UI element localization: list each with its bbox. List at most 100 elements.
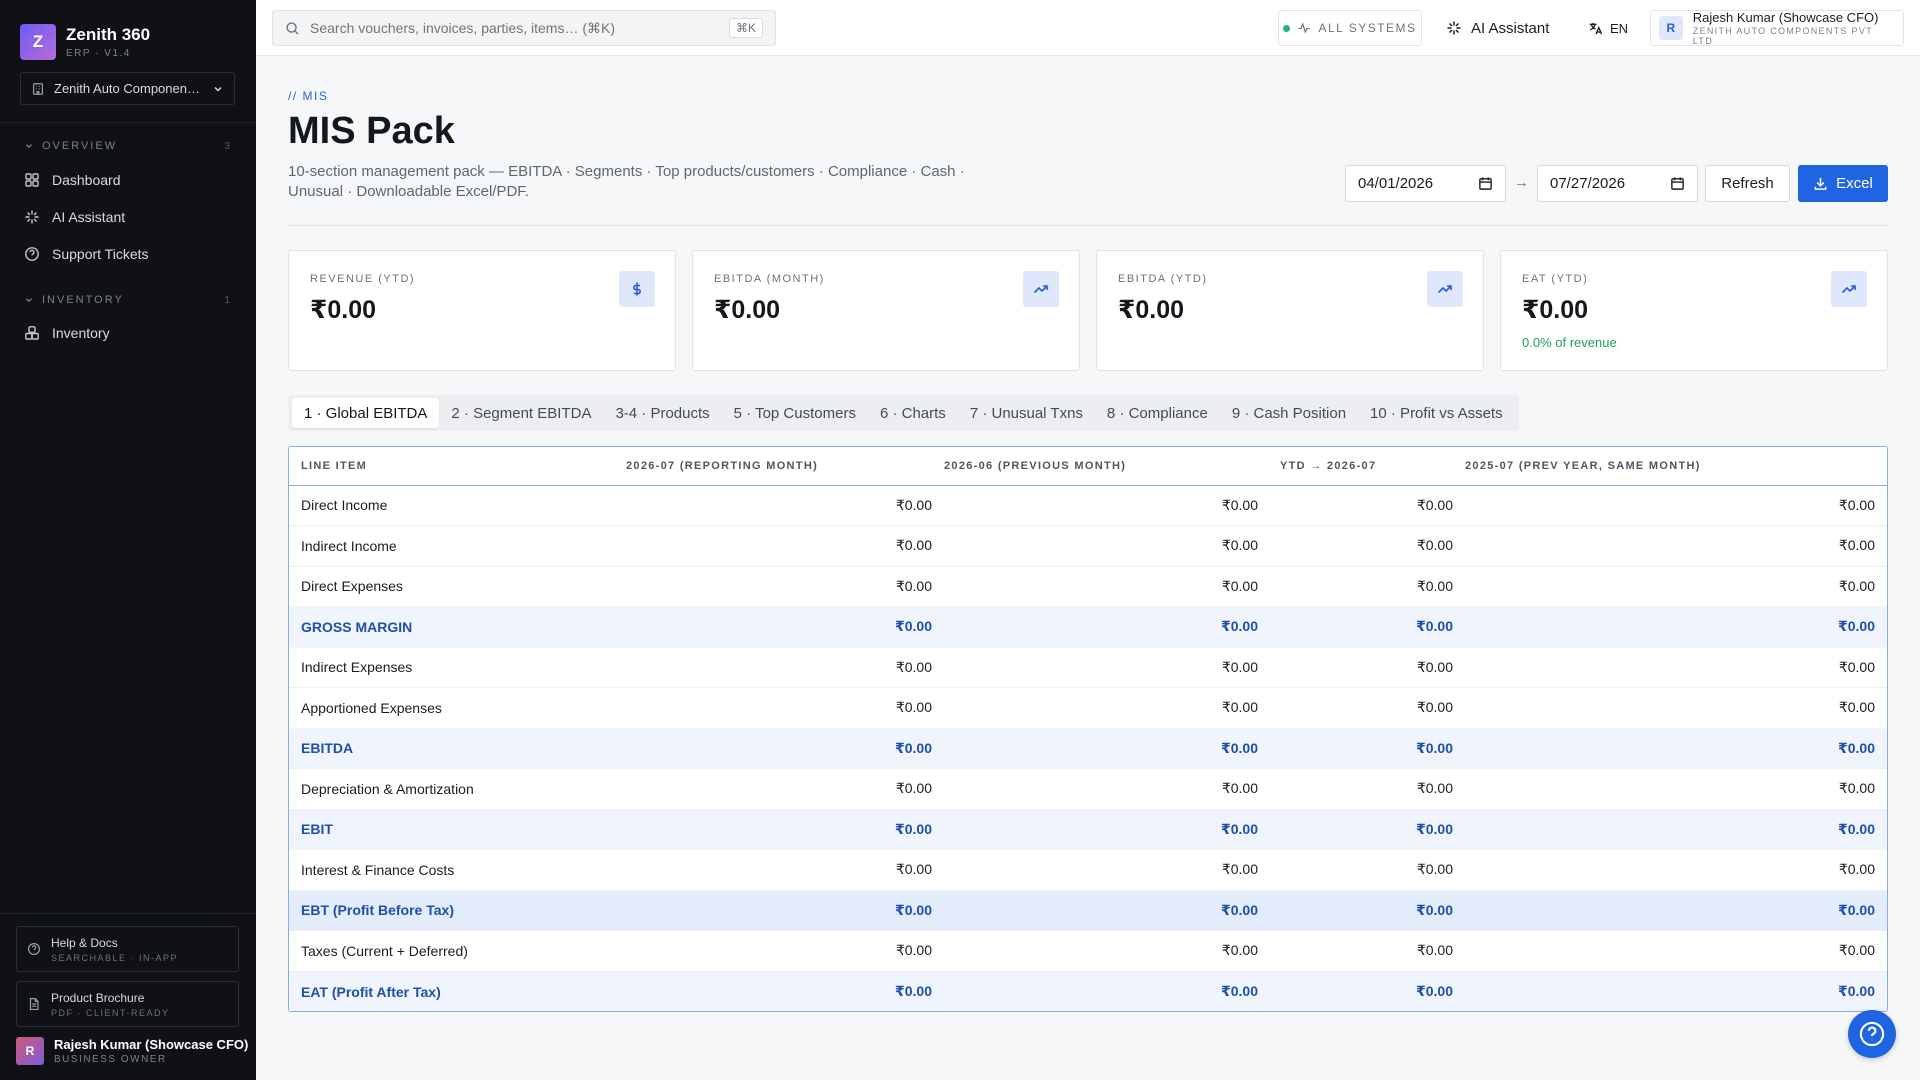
value-cell: ₹0.00 <box>1270 647 1465 688</box>
value-cell: ₹0.00 <box>944 971 1270 1011</box>
value-cell: ₹0.00 <box>944 606 1270 648</box>
value-cell: ₹0.00 <box>1270 809 1465 850</box>
column-header[interactable]: 2026-06 (PREVIOUS MONTH) <box>944 447 1270 486</box>
calendar-icon[interactable] <box>1478 176 1493 191</box>
chevron-down-icon <box>26 144 32 149</box>
translate-icon <box>1589 22 1603 34</box>
tab-6[interactable]: 8 · Compliance <box>1095 398 1220 428</box>
value-cell: ₹0.00 <box>624 728 944 769</box>
value-cell: ₹0.00 <box>1270 971 1465 1011</box>
trend-up-icon <box>1831 271 1867 307</box>
value-cell: ₹0.00 <box>624 849 944 891</box>
boxes-icon <box>25 326 39 340</box>
user-menu[interactable]: R Rajesh Kumar (Showcase CFO) ZENITH AUT… <box>1650 10 1904 46</box>
tab-3[interactable]: 5 · Top Customers <box>722 398 868 428</box>
ebitda-table: LINE ITEM 2026-07 (REPORTING MONTH) 2026… <box>288 446 1888 1012</box>
table-row: Indirect Expenses ₹0.00 ₹0.00 ₹0.00 ₹0.00 <box>289 647 1887 688</box>
sidebar-item-label: Dashboard <box>52 172 121 188</box>
page-description: 10-section management pack — EBITDA · Se… <box>288 163 965 200</box>
sidebar-item-dashboard[interactable]: Dashboard <box>24 168 234 192</box>
kpi-label: REVENUE (YTD) <box>310 273 416 285</box>
tab-5[interactable]: 7 · Unusual Txns <box>958 398 1095 428</box>
activity-icon <box>1298 22 1311 34</box>
value-cell: ₹0.00 <box>1270 566 1465 607</box>
table-row: Direct Expenses ₹0.00 ₹0.00 ₹0.00 ₹0.00 <box>289 566 1887 607</box>
tab-2[interactable]: 3-4 · Products <box>603 398 721 428</box>
section-overview[interactable]: OVERVIEW 3 <box>24 140 230 152</box>
calendar-icon[interactable] <box>1670 176 1685 191</box>
table-row: Taxes (Current + Deferred) ₹0.00 ₹0.00 ₹0.0… <box>289 930 1887 972</box>
tab-1[interactable]: 2 · Segment EBITDA <box>439 398 603 428</box>
tab-8[interactable]: 10 · Profit vs Assets <box>1358 398 1515 428</box>
table-row: Interest & Finance Costs ₹0.00 ₹0.00 ₹0.00 ₹… <box>289 849 1887 891</box>
value-cell: ₹0.00 <box>624 647 944 688</box>
value-cell: ₹0.00 <box>1270 606 1465 648</box>
value-cell: ₹0.00 <box>1270 485 1465 526</box>
value-cell: ₹0.00 <box>944 728 1270 769</box>
value-cell: ₹0.00 <box>1465 728 1887 769</box>
value-cell: ₹0.00 <box>944 687 1270 729</box>
download-icon <box>1814 177 1827 190</box>
search-input[interactable] <box>310 20 719 36</box>
kpi-card-revenue-ytd: REVENUE (YTD) ₹0.00 <box>288 250 676 371</box>
value-cell: ₹0.00 <box>624 606 944 648</box>
sidebar-item-ai-assistant[interactable]: AI Assistant <box>24 205 234 229</box>
user-company: ZENITH AUTO COMPONENTS PVT LTD <box>1692 26 1873 46</box>
chevron-down-icon <box>26 298 32 303</box>
trend-up-icon <box>1427 271 1463 307</box>
help-fab-button[interactable] <box>1848 1010 1896 1058</box>
kpi-value: ₹0.00 <box>714 296 781 324</box>
ai-assistant-label: AI Assistant <box>1471 19 1550 37</box>
sidebar-item-support-tickets[interactable]: Support Tickets <box>24 242 234 266</box>
kpi-label: EAT (YTD) <box>1522 273 1589 285</box>
company-selector[interactable]: Zenith Auto Components ... <box>20 72 235 105</box>
help-circle-icon <box>27 942 41 956</box>
sidebar-divider <box>0 122 256 123</box>
column-header[interactable]: 2026-07 (REPORTING MONTH) <box>624 447 944 486</box>
section-inventory[interactable]: INVENTORY 1 <box>24 294 230 306</box>
tab-4[interactable]: 6 · Charts <box>868 398 958 428</box>
language-switcher[interactable]: EN <box>1588 10 1628 46</box>
value-cell: ₹0.00 <box>944 930 1270 972</box>
sidebar-item-label: Support Tickets <box>52 246 149 262</box>
system-status[interactable]: ALL SYSTEMS <box>1278 10 1422 46</box>
value-cell: ₹0.00 <box>624 768 944 810</box>
date-to-input[interactable]: 07/27/2026 <box>1537 165 1698 202</box>
line-item-cell: EBT (Profit Before Tax) <box>289 890 624 931</box>
column-header[interactable]: YTD → 2026-07 <box>1270 447 1465 486</box>
value-cell: ₹0.00 <box>1465 525 1887 567</box>
kpi-label: EBITDA (YTD) <box>1118 273 1208 285</box>
dollar-icon <box>619 271 655 307</box>
value-cell: ₹0.00 <box>944 849 1270 891</box>
avatar: R <box>1659 16 1683 40</box>
search-icon <box>286 21 299 35</box>
date-from-input[interactable]: 04/01/2026 <box>1345 165 1506 202</box>
tab-7[interactable]: 9 · Cash Position <box>1220 398 1358 428</box>
global-search[interactable]: ⌘K <box>272 10 776 46</box>
kpi-card-ebitda-month: EBITDA (MONTH) ₹0.00 <box>692 250 1080 371</box>
table-row: EBITDA ₹0.00 ₹0.00 ₹0.00 ₹0.00 <box>289 728 1887 769</box>
avatar: R <box>16 1037 44 1065</box>
column-header[interactable]: LINE ITEM <box>289 447 624 486</box>
value-cell: ₹0.00 <box>1270 768 1465 810</box>
value-cell: ₹0.00 <box>1465 768 1887 810</box>
value-cell: ₹0.00 <box>944 647 1270 688</box>
column-header[interactable]: 2025-07 (PREV YEAR, SAME MONTH) <box>1465 447 1887 486</box>
tab-0[interactable]: 1 · Global EBITDA <box>292 398 440 428</box>
sidebar-user[interactable]: R Rajesh Kumar (Showcase CFO) BUSINESS O… <box>16 1037 248 1065</box>
excel-label: Excel <box>1836 175 1873 192</box>
product-brochure-link[interactable]: Product Brochure PDF · CLIENT-READY <box>16 981 239 1027</box>
sidebar-item-inventory[interactable]: Inventory <box>24 321 234 345</box>
brand[interactable]: Z Zenith 360 ERP · V1.4 <box>20 24 150 60</box>
excel-download-button[interactable]: Excel <box>1798 165 1888 202</box>
document-icon <box>29 997 39 1011</box>
help-docs-link[interactable]: Help & Docs SEARCHABLE · IN-APP <box>16 926 239 972</box>
line-item-cell: EBIT <box>289 809 624 850</box>
value-cell: ₹0.00 <box>944 768 1270 810</box>
table-header-row: LINE ITEM 2026-07 (REPORTING MONTH) 2026… <box>289 447 1887 486</box>
ai-assistant-button[interactable]: AI Assistant <box>1446 10 1549 46</box>
refresh-button[interactable]: Refresh <box>1705 165 1790 202</box>
company-name: Zenith Auto Components ... <box>54 81 203 96</box>
value-cell: ₹0.00 <box>624 890 944 931</box>
kpi-card-ebitda-ytd: EBITDA (YTD) ₹0.00 <box>1096 250 1484 371</box>
